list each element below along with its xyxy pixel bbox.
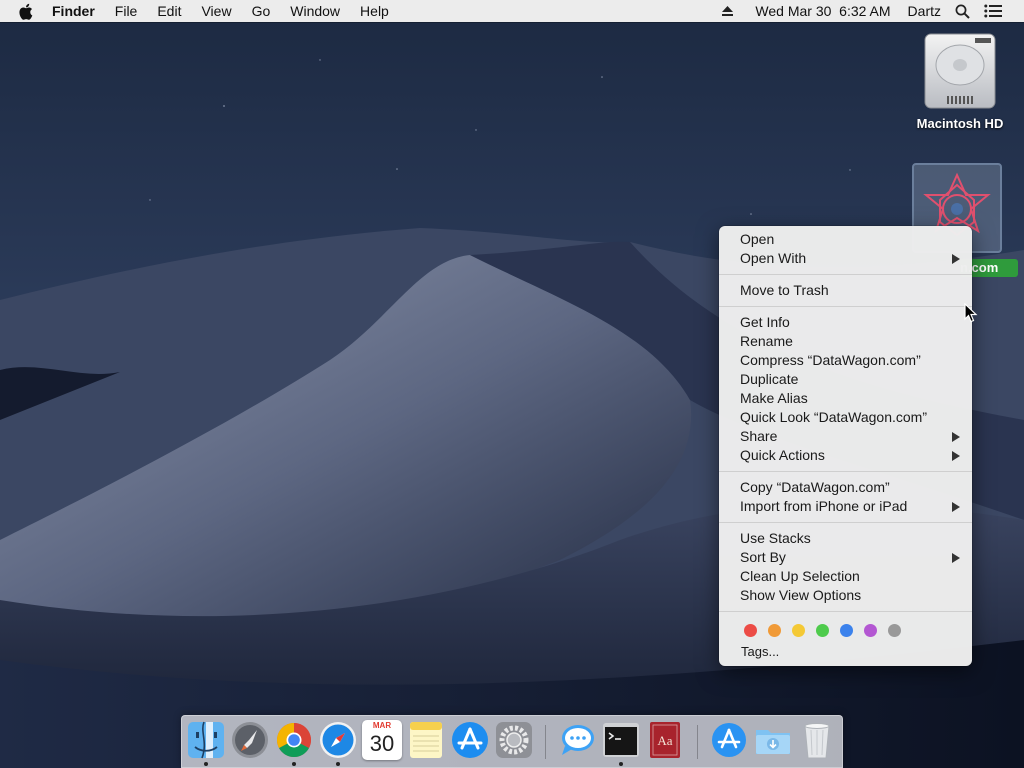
menu-app-name[interactable]: Finder xyxy=(42,0,105,22)
menu-item-sort-by[interactable]: Sort By xyxy=(719,548,972,567)
menu-edit[interactable]: Edit xyxy=(147,0,191,22)
menu-separator xyxy=(719,274,972,275)
tag-color-row xyxy=(719,618,972,642)
dock-running-indicator xyxy=(292,762,296,766)
submenu-arrow-icon xyxy=(952,432,960,442)
tag-green[interactable] xyxy=(816,623,829,637)
menu-item-label: Share xyxy=(740,428,778,444)
menu-item-duplicate[interactable]: Duplicate xyxy=(719,370,972,389)
dock-notes-icon[interactable] xyxy=(406,720,446,760)
menu-separator xyxy=(719,522,972,523)
dock-terminal-icon[interactable] xyxy=(601,720,641,760)
menu-item-label: Quick Actions xyxy=(740,447,825,463)
menu-item-get-info[interactable]: Get Info xyxy=(719,313,972,332)
tag-orange[interactable] xyxy=(768,623,781,637)
menu-item-label: Open With xyxy=(740,250,807,266)
menu-file[interactable]: File xyxy=(105,0,148,22)
menu-item-use-stacks[interactable]: Use Stacks xyxy=(719,529,972,548)
dock-chrome-icon[interactable] xyxy=(274,720,314,760)
menu-go[interactable]: Go xyxy=(242,0,281,22)
menu-help[interactable]: Help xyxy=(350,0,399,22)
dock-app-store-stack-icon[interactable] xyxy=(709,720,749,760)
apple-menu-icon[interactable] xyxy=(18,0,34,22)
menu-item-copy[interactable]: Copy “DataWagon.com” xyxy=(719,478,972,497)
dock-system-preferences-icon[interactable] xyxy=(494,720,534,760)
dock-safari-icon[interactable] xyxy=(318,720,358,760)
dock-separator xyxy=(545,725,546,759)
menu-item-make-alias[interactable]: Make Alias xyxy=(719,389,972,408)
dock-running-indicator xyxy=(336,762,340,766)
menu-separator xyxy=(719,611,972,612)
menu-separator xyxy=(719,306,972,307)
hard-drive-icon xyxy=(924,33,996,109)
submenu-arrow-icon xyxy=(952,451,960,461)
dock-running-indicator xyxy=(619,762,623,766)
mouse-pointer-icon xyxy=(964,303,978,323)
notification-center-icon[interactable] xyxy=(977,0,1024,22)
menu-clock[interactable]: Wed Mar 30 6:32 AM xyxy=(741,0,897,22)
tag-red[interactable] xyxy=(744,623,757,637)
svg-text:Aa: Aa xyxy=(657,733,672,748)
dock-app-store-icon[interactable] xyxy=(450,720,490,760)
menu-user[interactable]: Dartz xyxy=(898,0,948,22)
calendar-day: 30 xyxy=(369,731,395,756)
dock-finder-icon[interactable] xyxy=(186,720,226,760)
menu-item-quick-actions[interactable]: Quick Actions xyxy=(719,446,972,465)
desktop-icon-label: Macintosh HD xyxy=(916,116,1004,131)
menu-item-share[interactable]: Share xyxy=(719,427,972,446)
spotlight-search-icon[interactable] xyxy=(948,0,977,22)
dock-calendar-icon[interactable]: MAR 30 xyxy=(362,720,402,760)
dock: MAR 30 Aa xyxy=(181,715,843,768)
submenu-arrow-icon xyxy=(952,502,960,512)
menu-item-label: Import from iPhone or iPad xyxy=(740,498,908,514)
dock-messages-icon[interactable] xyxy=(557,720,597,760)
menu-item-clean-up-selection[interactable]: Clean Up Selection xyxy=(719,567,972,586)
menu-item-quick-look[interactable]: Quick Look “DataWagon.com” xyxy=(719,408,972,427)
dock-launchpad-icon[interactable] xyxy=(230,720,270,760)
tag-yellow[interactable] xyxy=(792,623,805,637)
menu-view[interactable]: View xyxy=(191,0,241,22)
tag-purple[interactable] xyxy=(864,623,877,637)
submenu-arrow-icon xyxy=(952,553,960,563)
menu-separator xyxy=(719,471,972,472)
context-menu: Open Open With Move to Trash Get Info Re… xyxy=(719,226,972,666)
tag-gray[interactable] xyxy=(888,623,901,637)
menu-item-open[interactable]: Open xyxy=(719,230,972,249)
menu-item-move-to-trash[interactable]: Move to Trash xyxy=(719,281,972,300)
menu-item-rename[interactable]: Rename xyxy=(719,332,972,351)
menu-item-compress[interactable]: Compress “DataWagon.com” xyxy=(719,351,972,370)
menu-window[interactable]: Window xyxy=(280,0,350,22)
menu-item-open-with[interactable]: Open With xyxy=(719,249,972,268)
menu-item-import-from-iphone[interactable]: Import from iPhone or iPad xyxy=(719,497,972,516)
tag-blue[interactable] xyxy=(840,623,853,637)
eject-icon[interactable] xyxy=(714,0,741,22)
desktop-icon-macintosh-hd[interactable]: Macintosh HD xyxy=(908,30,1012,131)
dock-downloads-folder-icon[interactable] xyxy=(753,720,793,760)
dock-separator xyxy=(697,725,698,759)
dock-trash-icon[interactable] xyxy=(797,720,837,760)
menu-item-label: Sort By xyxy=(740,549,786,565)
menu-item-tags[interactable]: Tags... xyxy=(719,642,972,662)
menu-bar: Finder File Edit View Go Window Help Wed… xyxy=(0,0,1024,22)
submenu-arrow-icon xyxy=(952,254,960,264)
dock-dictionary-icon[interactable]: Aa xyxy=(645,720,685,760)
dock-running-indicator xyxy=(204,762,208,766)
calendar-month: MAR xyxy=(372,721,392,730)
menu-item-show-view-options[interactable]: Show View Options xyxy=(719,586,972,605)
